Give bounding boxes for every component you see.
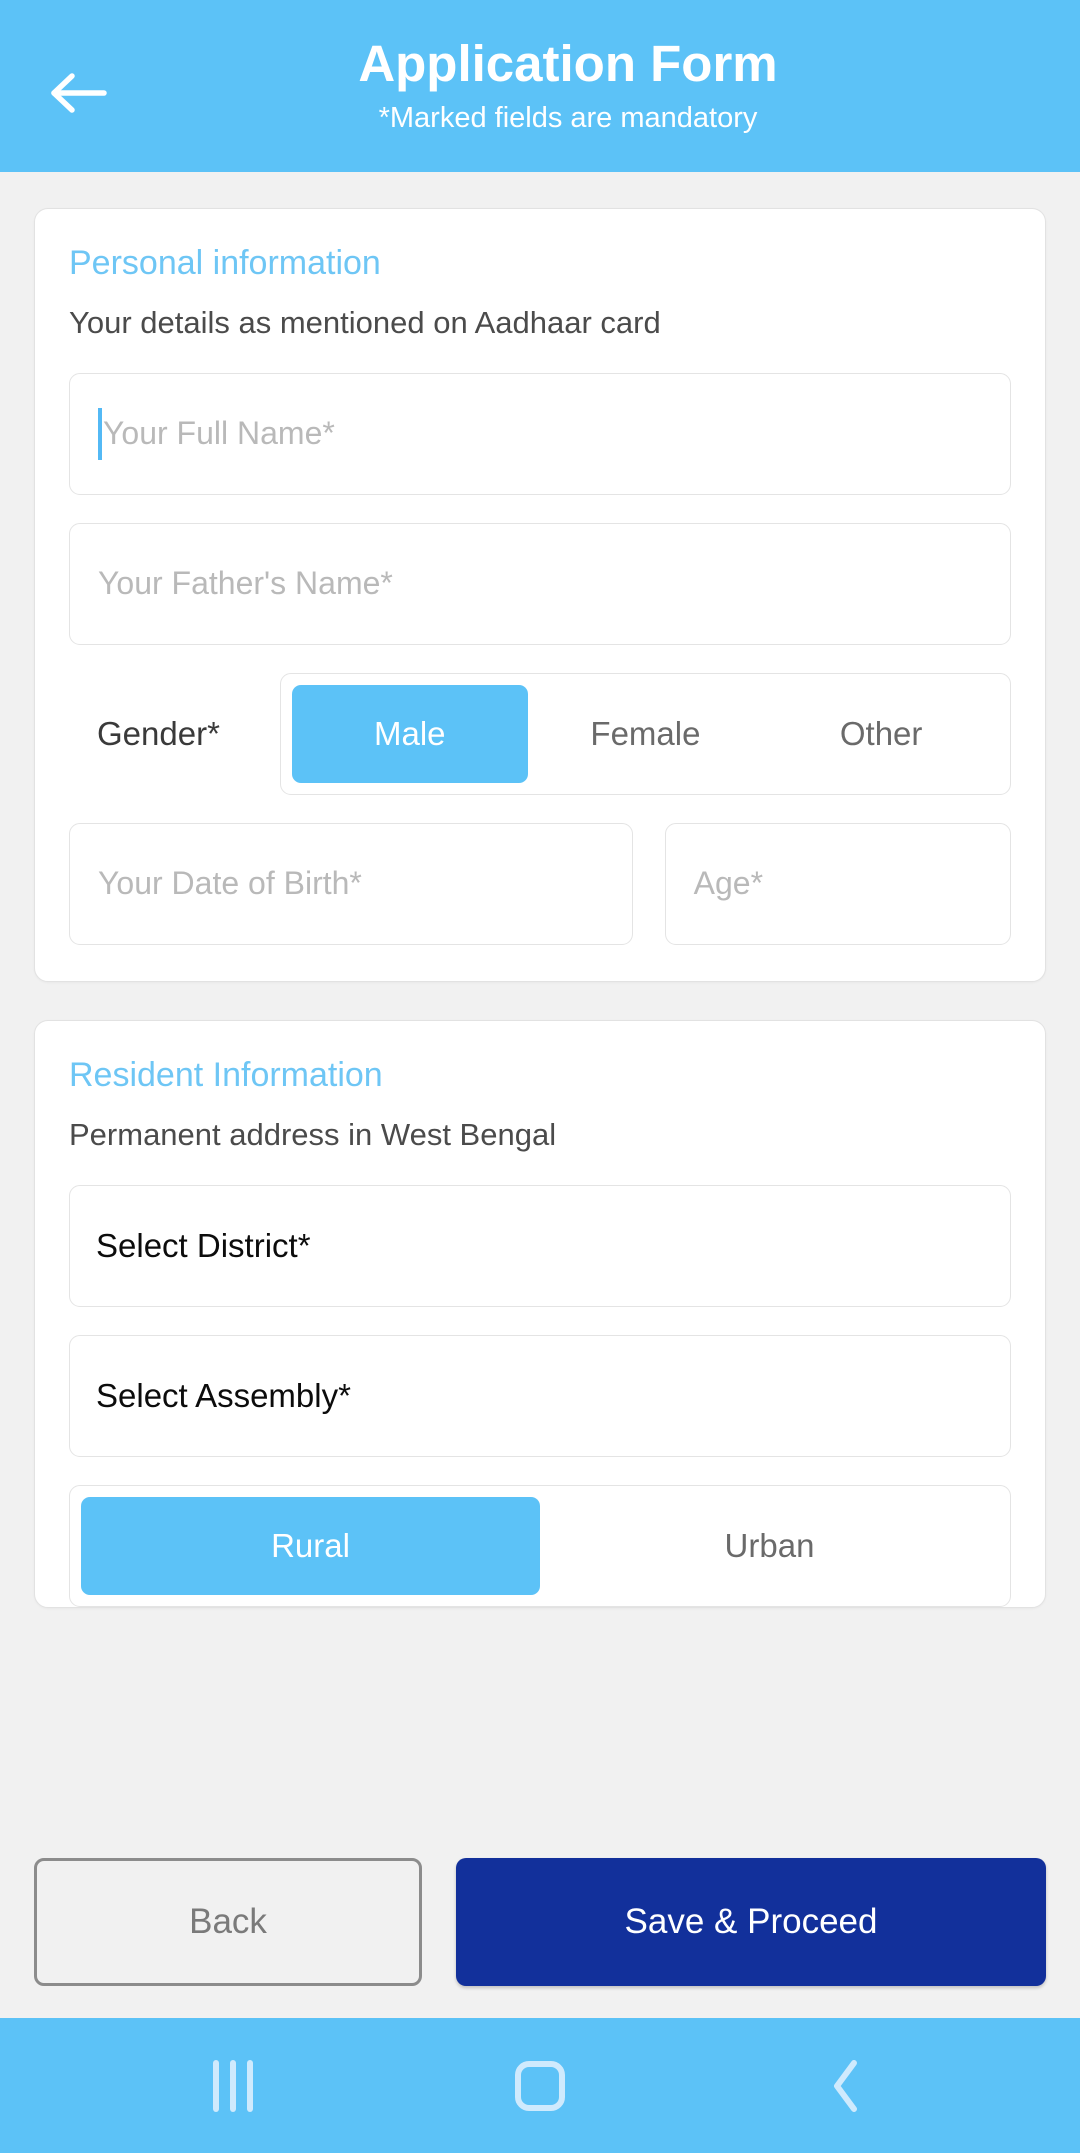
page-subtitle: *Marked fields are mandatory (378, 101, 758, 134)
header-titles: Application Form *Marked fields are mand… (70, 37, 1080, 134)
father-name-placeholder: Your Father's Name* (98, 565, 393, 602)
age-placeholder: Age* (693, 865, 764, 902)
district-select[interactable]: Select District* (69, 1184, 1011, 1307)
father-name-field[interactable]: Your Father's Name* (69, 522, 1011, 645)
text-caret (98, 407, 102, 460)
gender-segmented-control: Male Female Other (279, 672, 1011, 795)
recents-icon (213, 2059, 254, 2112)
nav-home-button[interactable] (465, 2018, 615, 2153)
gender-row: Gender* Male Female Other (69, 672, 1011, 795)
resident-section-subtitle: Permanent address in West Bengal (69, 1116, 557, 1152)
nav-recents-button[interactable] (158, 2018, 308, 2153)
gender-label: Gender* (97, 714, 220, 752)
home-icon (514, 2060, 565, 2111)
page-title: Application Form (358, 35, 778, 93)
full-name-placeholder: Your Full Name* (103, 415, 335, 452)
app-header: Application Form *Marked fields are mand… (0, 0, 1080, 172)
gender-option-other[interactable]: Other (763, 685, 999, 783)
assembly-select[interactable]: Select Assembly* (69, 1334, 1011, 1457)
save-and-proceed-button[interactable]: Save & Proceed (456, 1858, 1046, 1986)
android-navigation-bar (0, 2018, 1080, 2153)
gender-option-male[interactable]: Male (291, 684, 528, 783)
app-screen: Application Form *Marked fields are mand… (0, 0, 1080, 2153)
personal-section-title: Personal information (69, 244, 381, 282)
assembly-select-value: Select Assembly* (96, 1376, 351, 1414)
dob-age-row: Your Date of Birth* Age* (69, 822, 1011, 945)
gender-option-female[interactable]: Female (528, 685, 764, 783)
area-type-option-urban[interactable]: Urban (540, 1497, 999, 1595)
date-of-birth-field[interactable]: Your Date of Birth* (69, 822, 633, 945)
full-name-field[interactable]: Your Full Name* (69, 372, 1011, 495)
form-action-bar: Back Save & Proceed (0, 1826, 1080, 2018)
resident-section-title: Resident Information (69, 1055, 383, 1094)
area-type-option-rural[interactable]: Rural (81, 1496, 540, 1595)
resident-information-card: Resident Information Permanent address i… (34, 1019, 1046, 1608)
form-scroll-area[interactable]: Personal information Your details as men… (0, 172, 1080, 2018)
nav-back-button[interactable] (772, 2018, 922, 2153)
date-of-birth-placeholder: Your Date of Birth* (98, 865, 362, 902)
nav-back-icon (833, 2059, 857, 2112)
personal-information-card: Personal information Your details as men… (34, 208, 1046, 982)
personal-section-subtitle: Your details as mentioned on Aadhaar car… (69, 304, 661, 340)
age-field[interactable]: Age* (664, 822, 1011, 945)
back-button[interactable]: Back (34, 1858, 422, 1986)
area-type-segmented-control: Rural Urban (69, 1484, 1011, 1607)
district-select-value: Select District* (96, 1226, 311, 1264)
